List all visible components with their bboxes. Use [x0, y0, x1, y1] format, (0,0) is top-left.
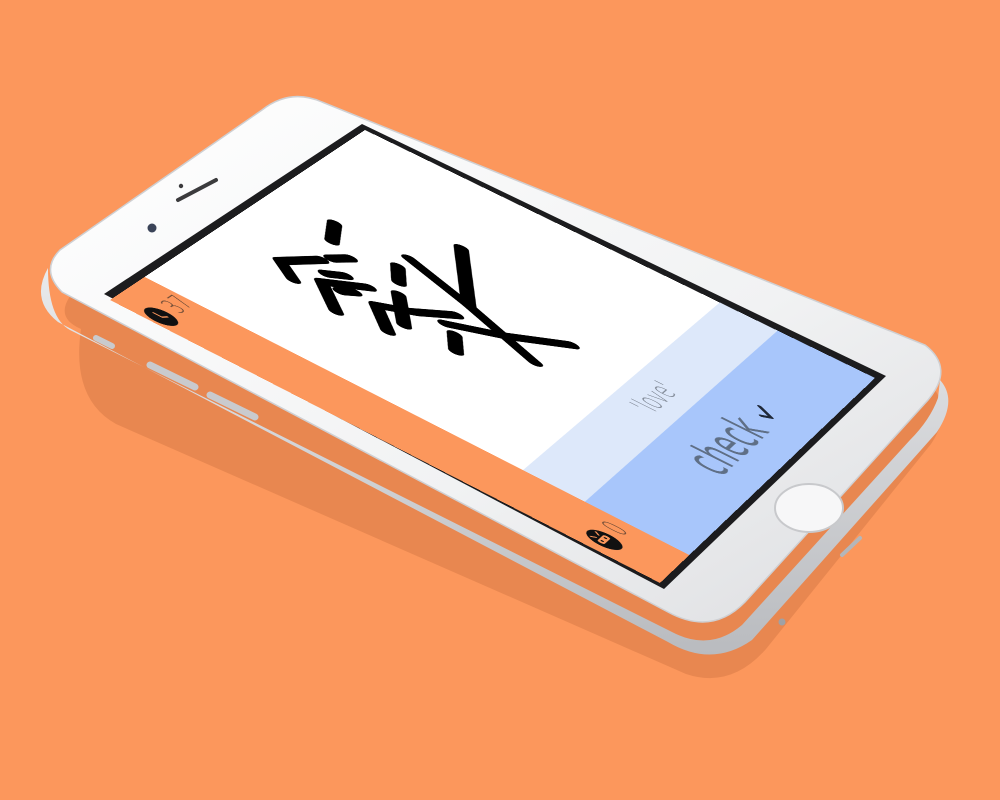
device-mockup-scene: 37 0 'love' check	[0, 0, 1000, 800]
meaning-text: 'love'	[621, 375, 689, 420]
